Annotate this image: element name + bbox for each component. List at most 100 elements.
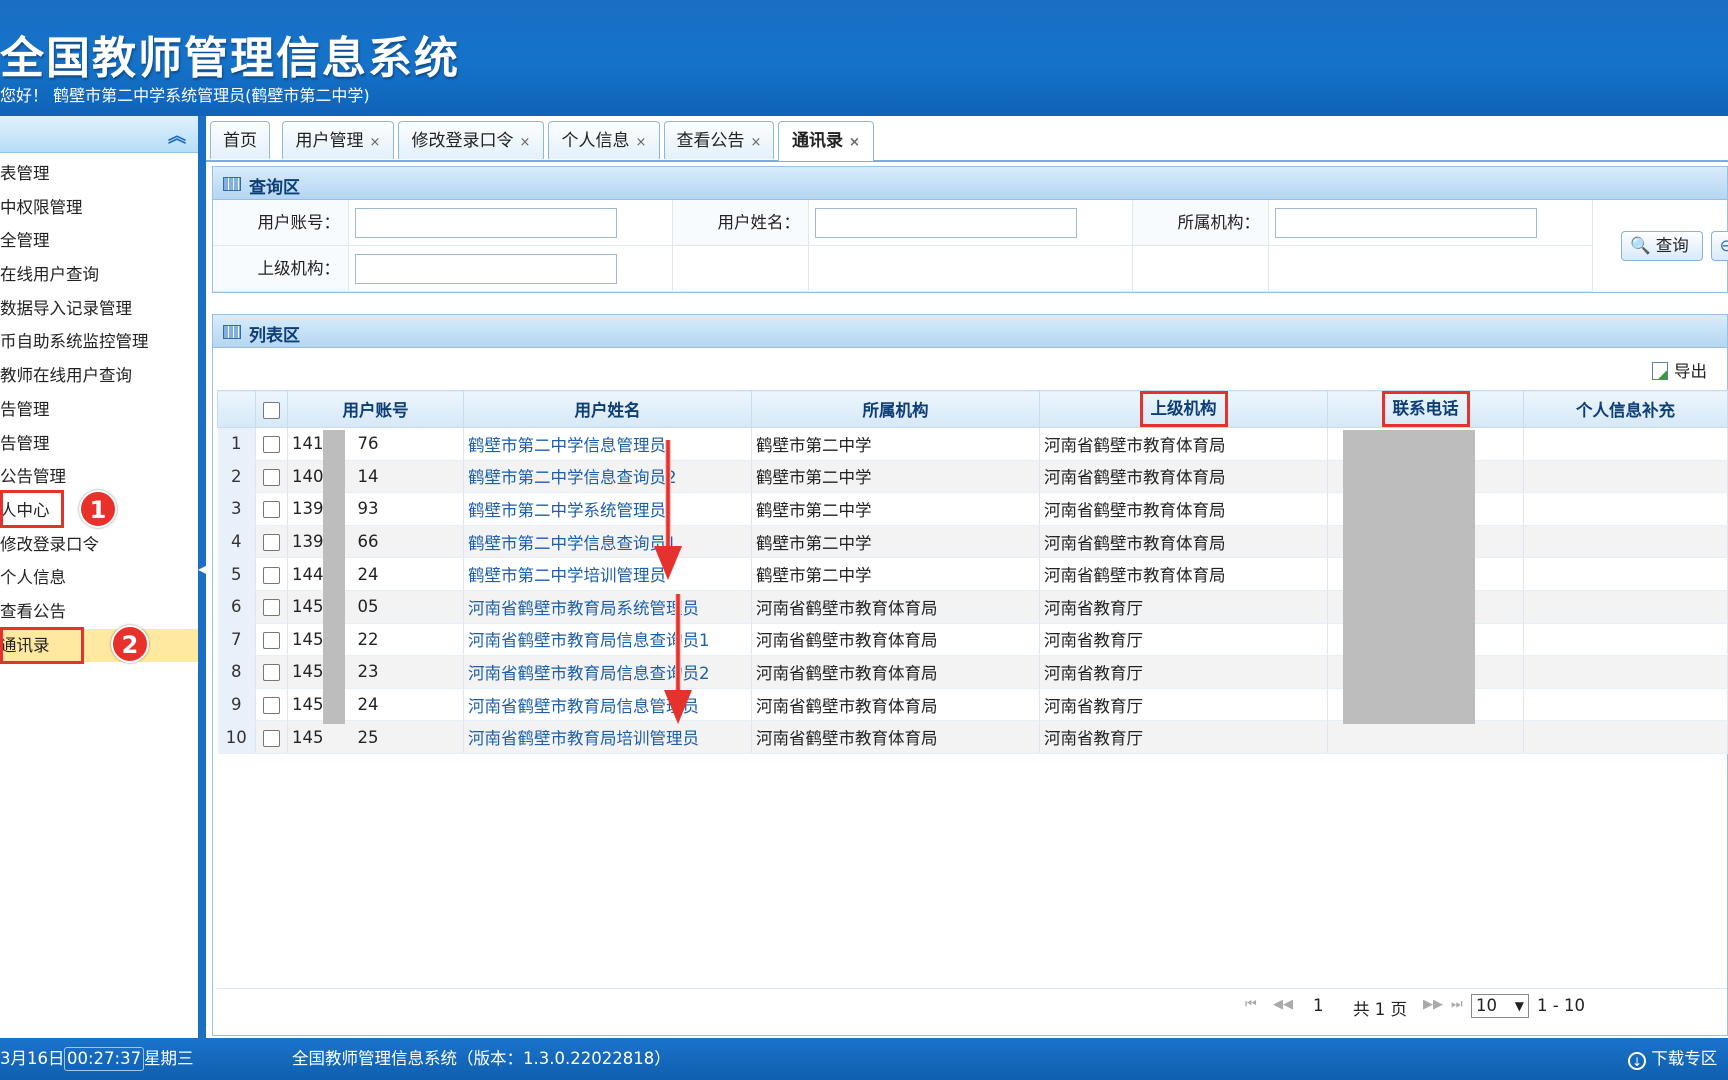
checkbox[interactable] [263,566,280,584]
column-header-phone[interactable]: 联系电话 [1327,390,1524,428]
row-checkbox[interactable] [255,623,288,657]
first-page-icon[interactable]: ⏮ [1245,997,1257,1012]
prev-page-icon[interactable]: ◀◀ [1273,997,1293,1012]
search-button[interactable]: 🔍 查询 [1621,231,1703,261]
table-row[interactable]: 6 145 05 河南省鹤壁市教育局系统管理员 河南省鹤壁市教育体育局 河南省教育厅 [217,590,1728,624]
sidebar-item[interactable]: 告管理 [0,393,198,427]
panel-title: 列表区 [249,326,300,346]
table-row[interactable]: 4 139 66 鹤壁市第二中学信息查询员1 鹤壁市第二中学 河南省鹤壁市教育体育局 [217,525,1728,559]
checkbox[interactable] [263,729,280,747]
user-name-link[interactable]: 河南省鹤壁市教育局信息查询员2 [463,655,752,689]
user-name-link[interactable]: 河南省鹤壁市教育局系统管理员 [463,590,752,624]
row-checkbox[interactable] [255,460,288,494]
table-row[interactable]: 3 139 93 鹤壁市第二中学系统管理员 鹤壁市第二中学 河南省鹤壁市教育体育局 [217,492,1728,526]
checkbox[interactable] [263,599,280,617]
row-checkbox[interactable] [255,688,288,722]
sidebar-item-change-password[interactable]: 修改登录口令 [0,528,198,562]
checkbox[interactable] [263,501,280,519]
sidebar-item[interactable]: 公告管理 [0,460,198,494]
user-name-link[interactable]: 河南省鹤壁市教育局信息管理员 [463,688,752,722]
table-row[interactable]: 8 145 23 河南省鹤壁市教育局信息查询员2 河南省鹤壁市教育体育局 河南省教育厅 [217,655,1728,689]
close-icon[interactable]: × [849,135,860,150]
parent-org-input[interactable] [355,254,617,284]
row-checkbox[interactable] [255,720,288,754]
collapse-up-icon[interactable]: ︽ [168,122,186,148]
close-icon[interactable]: × [520,135,531,150]
download-link[interactable]: ↓ 下载专区 [1628,1038,1717,1080]
checkbox[interactable] [263,534,280,552]
table-row[interactable]: 9 145 24 河南省鹤壁市教育局信息管理员 河南省鹤壁市教育体育局 河南省教育厅 [217,688,1728,722]
close-icon[interactable]: × [636,135,647,150]
table-row[interactable]: 5 144 24 鹤壁市第二中学培训管理员 鹤壁市第二中学 河南省鹤壁市教育体育局 [217,557,1728,591]
close-icon[interactable]: × [370,135,381,150]
account-prefix: 141 [292,434,324,454]
tab-home[interactable]: 首页 [210,121,270,159]
tab-contacts[interactable]: 通讯录 × [778,121,874,161]
row-checkbox[interactable] [255,427,288,461]
highlighted-header: 联系电话 [1381,391,1470,427]
sidebar-item[interactable]: 告管理 [0,427,198,461]
parent-org-cell: 河南省教育厅 [1039,688,1328,722]
sidebar-item-personal-info[interactable]: 个人信息 [0,561,198,595]
table-row[interactable]: 2 140 14 鹤壁市第二中学信息查询员2 鹤壁市第二中学 河南省鹤壁市教育体育局 [217,460,1728,494]
row-checkbox[interactable] [255,525,288,559]
user-name-link[interactable]: 鹤壁市第二中学信息管理员 [463,427,752,461]
tab-view-notice[interactable]: 查看公告 × [664,121,774,159]
user-name-link[interactable]: 鹤壁市第二中学信息查询员2 [463,460,752,494]
tab-change-password[interactable]: 修改登录口令 × [398,121,544,159]
sidebar-item[interactable]: 教师在线用户查询 [0,359,198,393]
sidebar-item[interactable]: 在线用户查询 [0,258,198,292]
sidebar-item[interactable]: 全管理 [0,224,198,258]
record-range: 1 - 10 [1537,996,1585,1015]
column-header-account[interactable]: 用户账号 [287,390,464,428]
sidebar-item[interactable]: 币自助系统监控管理 [0,325,198,359]
last-page-icon[interactable]: ⏭ [1451,997,1463,1012]
next-page-icon[interactable]: ▶▶ [1423,997,1443,1012]
sidebar-item[interactable]: 表管理 [0,157,198,191]
sidebar-menu: 表管理 中权限管理 全管理 在线用户查询 数据导入记录管理 币自助系统监控管理 … [0,157,198,663]
row-checkbox[interactable] [255,655,288,689]
user-name-link[interactable]: 河南省鹤壁市教育局培训管理员 [463,720,752,754]
org-cell [1269,200,1593,246]
row-checkbox[interactable] [255,492,288,526]
tab-personal-info[interactable]: 个人信息 × [548,121,660,159]
row-checkbox[interactable] [255,557,288,591]
page-number[interactable]: 1 [1313,996,1324,1015]
user-name-link[interactable]: 鹤壁市第二中学系统管理员 [463,492,752,526]
sidebar-item[interactable]: 数据导入记录管理 [0,292,198,326]
column-header-name[interactable]: 用户姓名 [463,390,752,428]
checkbox[interactable] [263,468,280,486]
column-header-extra-info[interactable]: 个人信息补充 [1523,390,1728,428]
select-all-checkbox[interactable] [255,390,288,428]
name-input[interactable] [815,208,1077,238]
sidebar-item-label: 查看公告 [0,601,66,621]
export-button[interactable]: 导出 [1652,358,1707,382]
close-icon[interactable]: × [751,135,762,150]
table-row[interactable]: 10 145 25 河南省鹤壁市教育局培训管理员 河南省鹤壁市教育体育局 河南省教育厅 [217,720,1728,754]
parent-org-cell: 河南省鹤壁市教育体育局 [1039,492,1328,526]
sidebar-item-view-notice[interactable]: 查看公告 [0,595,198,629]
user-name-link[interactable]: 鹤壁市第二中学培训管理员 [463,557,752,591]
account-input[interactable] [355,208,617,238]
user-name-link[interactable]: 河南省鹤壁市教育局信息查询员1 [463,623,752,657]
user-name-link[interactable]: 鹤壁市第二中学信息查询员1 [463,525,752,559]
page-size-select[interactable]: 10 ▼ [1471,994,1529,1018]
sidebar-splitter[interactable]: ◀ [198,116,207,1038]
sidebar-item-label: 在线用户查询 [0,265,99,285]
reset-button[interactable]: ⊖ [1711,231,1728,261]
checkbox[interactable] [263,631,280,649]
table-row[interactable]: 7 145 22 河南省鹤壁市教育局信息查询员1 河南省鹤壁市教育体育局 河南省教育厅 [217,623,1728,657]
checkbox[interactable] [263,436,280,454]
table-row[interactable]: 1 141 76 鹤壁市第二中学信息管理员 鹤壁市第二中学 河南省鹤壁市教育体育局 [217,427,1728,461]
sidebar-item[interactable]: 中权限管理 [0,191,198,225]
row-checkbox[interactable] [255,590,288,624]
account-suffix: 25 [357,727,379,747]
phone-cell [1327,720,1524,754]
org-input[interactable] [1275,208,1537,238]
checkbox[interactable] [263,697,280,715]
annotation-arrow-head [664,690,692,724]
column-header-org[interactable]: 所属机构 [751,390,1040,428]
tab-user-management[interactable]: 用户管理 × [282,121,394,159]
column-header-parent-org[interactable]: 上级机构 [1039,390,1328,428]
checkbox[interactable] [263,664,280,682]
